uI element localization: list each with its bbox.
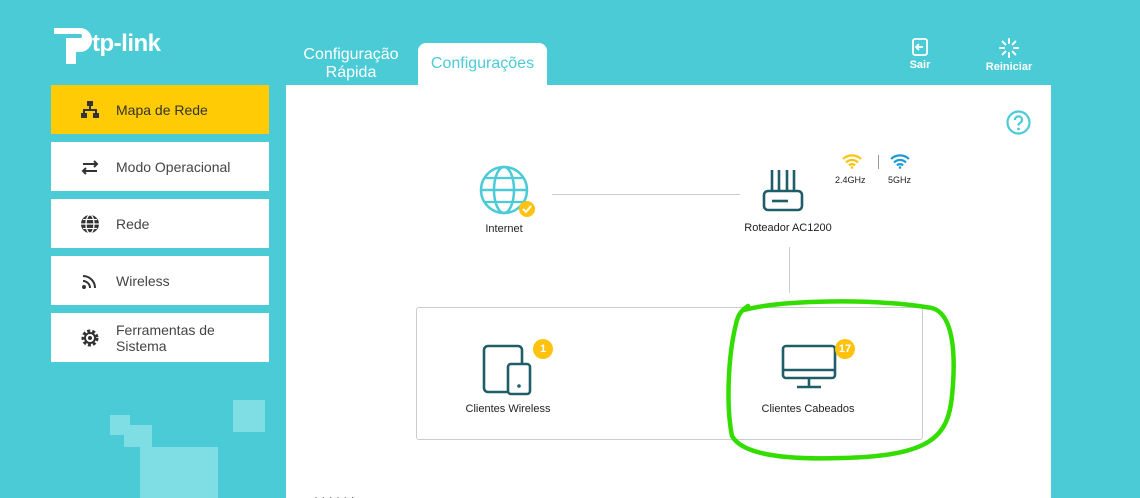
exit-button[interactable]: Sair <box>900 38 940 71</box>
wireless-clients-count-badge: 1 <box>533 339 553 359</box>
globe-icon <box>479 165 535 217</box>
connection-line <box>789 247 790 293</box>
reboot-label: Reiniciar <box>985 61 1033 73</box>
sidebar-item-label: Rede <box>116 215 150 232</box>
reboot-icon <box>999 38 1019 58</box>
band-24ghz-label: 2.4GHz <box>835 175 866 185</box>
sidebar-item-wireless[interactable]: Wireless <box>51 256 269 305</box>
reboot-button[interactable]: Reiniciar <box>980 38 1038 73</box>
wifi-5ghz-icon <box>890 154 910 169</box>
wifi-24ghz-icon <box>842 154 862 169</box>
wireless-clients-label: Clientes Wireless <box>465 403 551 415</box>
band-5ghz-label: 5GHz <box>888 175 912 185</box>
network-map-icon <box>81 100 99 118</box>
band-divider <box>878 155 879 169</box>
highlight-annotation <box>726 299 956 461</box>
internet-node[interactable] <box>478 165 538 220</box>
cropped-text: · · · · · · <box>314 490 355 498</box>
sidebar-item-network[interactable]: Rede <box>51 199 269 248</box>
decorative-block <box>233 400 265 432</box>
decorative-block <box>140 447 218 498</box>
operation-mode-icon <box>81 159 99 175</box>
sidebar-item-operation-mode[interactable]: Modo Operacional <box>51 142 269 191</box>
wireless-clients-node[interactable] <box>480 342 536 396</box>
router-node[interactable] <box>760 167 816 215</box>
router-label: Roteador AC1200 <box>744 222 832 234</box>
gear-icon <box>81 329 99 346</box>
connection-line <box>552 194 740 195</box>
exit-label: Sair <box>909 59 931 71</box>
help-icon[interactable] <box>1006 110 1031 135</box>
sidebar-item-system-tools[interactable]: Ferramentas de Sistema <box>51 313 269 362</box>
sidebar-item-network-map[interactable]: Mapa de Rede <box>51 85 269 134</box>
wireless-icon <box>82 274 96 289</box>
router-icon <box>762 170 804 212</box>
mobile-devices-icon <box>482 344 532 396</box>
logout-icon <box>912 38 928 56</box>
sidebar-item-label: Mapa de Rede <box>116 101 208 118</box>
sidebar-item-label: Wireless <box>116 272 170 289</box>
sidebar: Mapa de Rede Modo Operacional Rede Wirel… <box>51 85 269 370</box>
tab-quick-setup[interactable]: Configuração Rápida <box>296 46 406 82</box>
tp-link-logo-icon <box>54 28 92 64</box>
tab-settings[interactable]: Configurações <box>418 43 547 85</box>
internet-label: Internet <box>485 223 523 235</box>
globe-icon <box>81 213 99 234</box>
sidebar-item-label: Modo Operacional <box>116 158 231 175</box>
sidebar-item-label: Ferramentas de Sistema <box>116 321 215 354</box>
brand-name: tp-link <box>92 30 161 57</box>
decorative-block <box>124 425 152 447</box>
